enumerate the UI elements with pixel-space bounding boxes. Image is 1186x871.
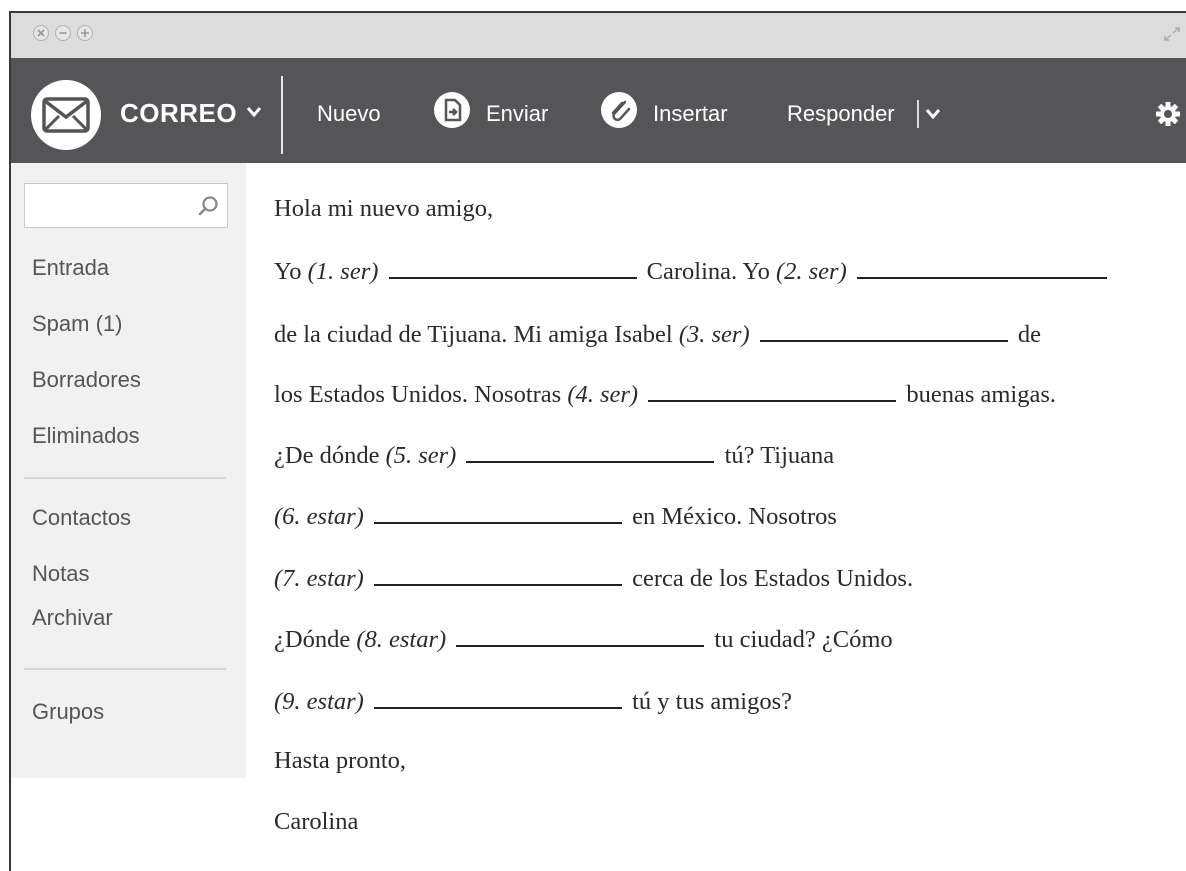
- reply-button[interactable]: Responder: [787, 101, 895, 127]
- verb-cue: (3. ser): [678, 321, 750, 349]
- closing: Hasta pronto,: [274, 747, 406, 774]
- sidebar-item-contacts[interactable]: Contactos: [32, 505, 131, 531]
- text: Yo: [274, 258, 302, 286]
- new-button[interactable]: Nuevo: [317, 101, 381, 127]
- search-icon[interactable]: [197, 195, 219, 217]
- text: de la ciudad de Tijuana. Mi amiga Isabel: [274, 321, 673, 349]
- text: ¿De dónde: [274, 442, 380, 470]
- verb-cue: (6. estar): [274, 503, 364, 531]
- text: en México. Nosotros: [632, 503, 837, 531]
- sentence-line: (6. estar) en México. Nosotros: [274, 500, 837, 531]
- answer-blank[interactable]: [373, 500, 622, 525]
- answer-blank[interactable]: [856, 255, 1107, 280]
- expand-icon[interactable]: [1164, 27, 1180, 41]
- text: ¿Dónde: [274, 626, 351, 654]
- answer-blank[interactable]: [373, 685, 622, 710]
- sidebar-item-drafts[interactable]: Borradores: [32, 367, 141, 393]
- paperclip-icon[interactable]: [601, 92, 637, 128]
- verb-cue: (8. estar): [356, 626, 447, 654]
- answer-blank[interactable]: [466, 439, 715, 464]
- send-button[interactable]: Enviar: [486, 101, 548, 127]
- minimize-icon[interactable]: [55, 25, 71, 41]
- toolbar-divider: [281, 76, 283, 154]
- answer-blank[interactable]: [759, 318, 1008, 343]
- chevron-down-icon[interactable]: [246, 106, 262, 118]
- text: tú? Tijuana: [724, 442, 835, 470]
- text: tu ciudad? ¿Cómo: [714, 626, 893, 654]
- sidebar-item-spam[interactable]: Spam (1): [32, 311, 122, 337]
- sentence-line: ¿De dónde (5. ser) tú? Tijuana: [274, 439, 834, 470]
- maximize-icon[interactable]: [77, 25, 93, 41]
- toolbar: CORREO Nuevo Enviar Insertar Responder: [11, 58, 1186, 163]
- search-box[interactable]: [24, 183, 228, 228]
- verb-cue: (7. estar): [274, 565, 364, 593]
- insert-button[interactable]: Insertar: [653, 101, 728, 127]
- verb-cue: (9. estar): [274, 688, 364, 716]
- text: tú y tus amigos?: [632, 688, 792, 716]
- text: Carolina. Yo: [646, 258, 770, 286]
- sidebar-item-inbox[interactable]: Entrada: [32, 255, 109, 281]
- chevron-down-icon[interactable]: [925, 108, 941, 120]
- sidebar-divider: [24, 668, 226, 670]
- text: cerca de los Estados Unidos.: [632, 565, 914, 593]
- signature: Carolina: [274, 808, 359, 835]
- sentence-line: (7. estar) cerca de los Estados Unidos.: [274, 562, 913, 593]
- answer-blank[interactable]: [456, 623, 705, 648]
- sidebar-divider: [24, 477, 226, 479]
- sentence-line: Yo (1. ser) Carolina. Yo (2. ser): [274, 255, 1111, 286]
- greeting: Hola mi nuevo amigo,: [274, 195, 494, 222]
- sentence-line: los Estados Unidos. Nosotras (4. ser) bu…: [274, 378, 1056, 409]
- close-icon[interactable]: [33, 25, 49, 41]
- sidebar-item-archive[interactable]: Archivar: [32, 605, 113, 631]
- text: los Estados Unidos. Nosotras: [274, 381, 562, 409]
- search-input[interactable]: [31, 184, 195, 226]
- answer-blank[interactable]: [373, 562, 622, 587]
- gear-icon[interactable]: [1155, 101, 1181, 127]
- sentence-line: ¿Dónde (8. estar) tu ciudad? ¿Cómo: [274, 623, 893, 654]
- sidebar-item-deleted[interactable]: Eliminados: [32, 423, 140, 449]
- title-bar: [11, 13, 1186, 58]
- sidebar: Entrada Spam (1) Borradores Eliminados C…: [11, 163, 246, 778]
- envelope-icon: [42, 97, 90, 133]
- verb-cue: (1. ser): [307, 258, 379, 286]
- answer-blank[interactable]: [388, 255, 637, 280]
- mail-window: CORREO Nuevo Enviar Insertar Responder E…: [9, 11, 1186, 871]
- send-icon[interactable]: [434, 92, 470, 128]
- sentence-line: (9. estar) tú y tus amigos?: [274, 685, 792, 716]
- sidebar-item-groups[interactable]: Grupos: [32, 699, 104, 725]
- sentence-line: de la ciudad de Tijuana. Mi amiga Isabel…: [274, 318, 1041, 349]
- verb-cue: (5. ser): [385, 442, 457, 470]
- app-name[interactable]: CORREO: [120, 98, 237, 129]
- text: buenas amigas.: [906, 381, 1057, 409]
- verb-cue: (2. ser): [775, 258, 847, 286]
- reply-separator: [917, 100, 919, 128]
- verb-cue: (4. ser): [567, 381, 639, 409]
- mail-logo: [31, 80, 101, 150]
- answer-blank[interactable]: [648, 378, 897, 403]
- sidebar-item-notes[interactable]: Notas: [32, 561, 89, 587]
- text: de: [1017, 321, 1041, 349]
